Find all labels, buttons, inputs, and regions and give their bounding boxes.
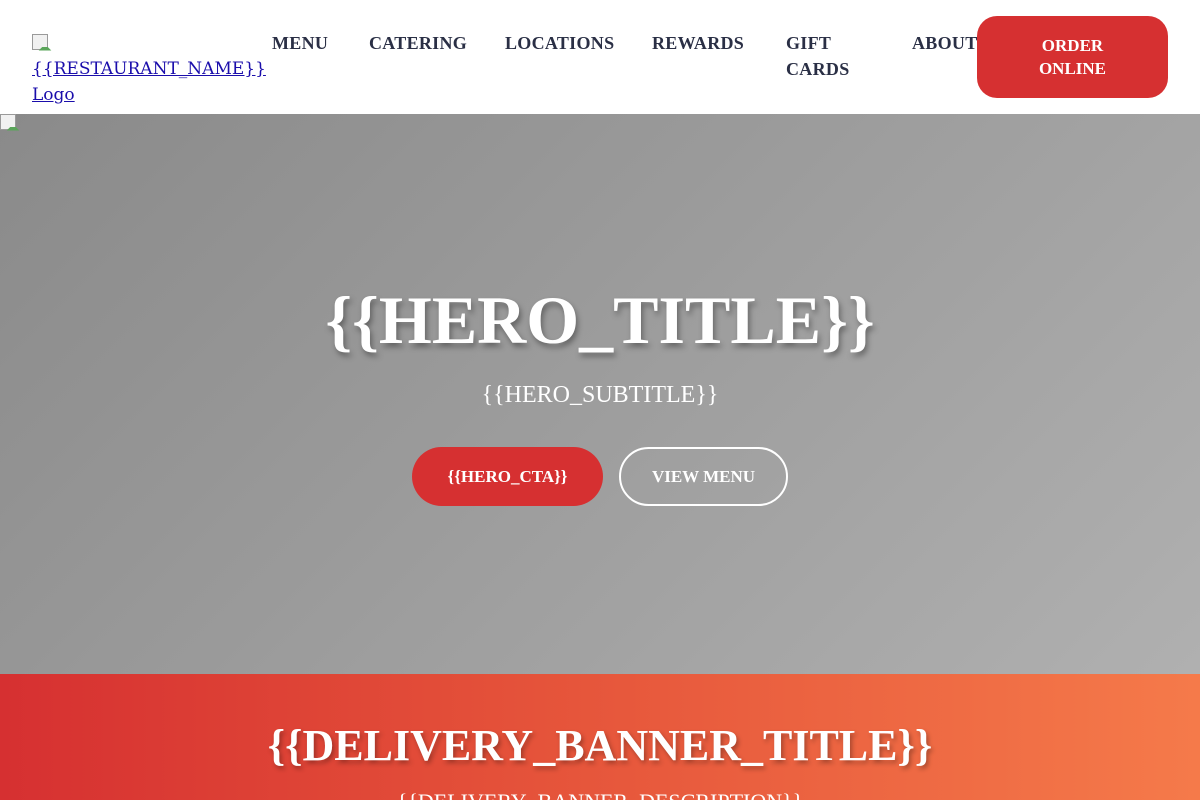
nav-about[interactable]: ABOUT [912, 30, 978, 56]
hero-section: {{HERO_TITLE}} {{HERO_SUBTITLE}} {{HERO_… [0, 114, 1200, 674]
logo-link[interactable]: {{RESTAURANT_NAME}} Logo [32, 30, 266, 108]
nav-locations[interactable]: LOCATIONS [505, 30, 614, 56]
broken-image-icon [32, 34, 48, 50]
nav-rewards[interactable]: REWARDS [652, 30, 744, 56]
delivery-banner: {{DELIVERY_BANNER_TITLE}} {{DELIVERY_BAN… [0, 674, 1200, 800]
site-header: {{RESTAURANT_NAME}} Logo MENU CATERING L… [0, 0, 1200, 114]
delivery-banner-description: {{DELIVERY_BANNER_DESCRIPTION}} [0, 788, 1200, 800]
nav-menu[interactable]: MENU [272, 30, 328, 56]
hero-subtitle: {{HERO_SUBTITLE}} [481, 382, 719, 408]
hero-broken-image-icon [0, 114, 16, 130]
view-menu-button[interactable]: VIEW MENU [619, 447, 788, 506]
hero-title: {{HERO_TITLE}} [325, 282, 875, 358]
nav-gift-cards[interactable]: GIFT CARDS [786, 30, 866, 82]
delivery-banner-title: {{DELIVERY_BANNER_TITLE}} [267, 721, 933, 770]
logo-alt-text: {{RESTAURANT_NAME}} Logo [32, 59, 266, 105]
order-online-button[interactable]: ORDER ONLINE [977, 16, 1168, 98]
hero-cta-button[interactable]: {{HERO_CTA}} [412, 447, 603, 506]
nav-catering[interactable]: CATERING [369, 30, 467, 56]
